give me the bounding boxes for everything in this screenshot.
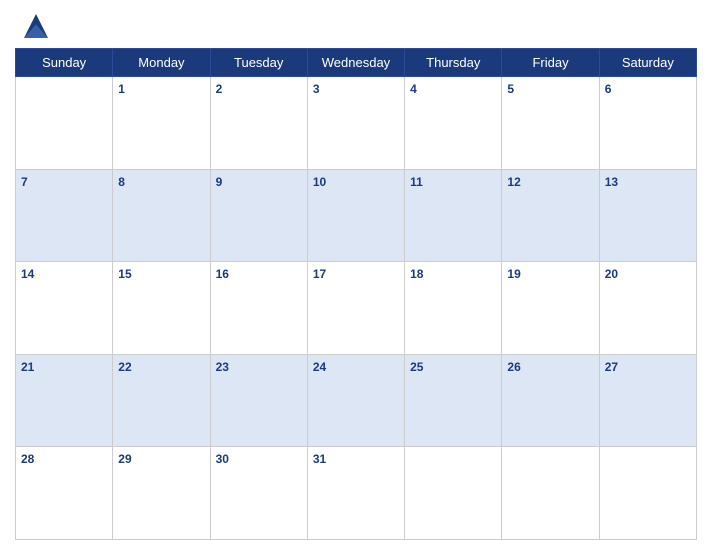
calendar-cell: 24	[307, 354, 404, 447]
calendar-cell: 13	[599, 169, 696, 262]
day-number: 2	[216, 82, 223, 96]
day-number: 6	[605, 82, 612, 96]
calendar-week-1: 1 2 3 4 5 6	[16, 77, 697, 170]
day-number: 14	[21, 267, 34, 281]
calendar-table: SundayMondayTuesdayWednesdayThursdayFrid…	[15, 48, 697, 540]
calendar-cell: 19	[502, 262, 599, 355]
day-number: 7	[21, 175, 28, 189]
weekday-header-wednesday: Wednesday	[307, 49, 404, 77]
day-number: 16	[216, 267, 229, 281]
calendar-cell: 29	[113, 447, 210, 540]
day-number: 11	[410, 175, 423, 189]
day-number: 24	[313, 360, 326, 374]
calendar-cell: 15	[113, 262, 210, 355]
calendar-cell: 21	[16, 354, 113, 447]
page-header	[15, 10, 697, 42]
day-number: 15	[118, 267, 131, 281]
calendar-cell: 14	[16, 262, 113, 355]
weekday-header-thursday: Thursday	[405, 49, 502, 77]
day-number: 22	[118, 360, 131, 374]
calendar-cell: 12	[502, 169, 599, 262]
day-number: 3	[313, 82, 320, 96]
calendar-week-2: 7 8 9 10 11 12 13	[16, 169, 697, 262]
weekday-header-friday: Friday	[502, 49, 599, 77]
calendar-cell: 27	[599, 354, 696, 447]
calendar-cell	[599, 447, 696, 540]
day-number: 31	[313, 452, 326, 466]
day-number: 27	[605, 360, 618, 374]
day-number: 30	[216, 452, 229, 466]
calendar-week-3: 14 15 16 17 18 19 20	[16, 262, 697, 355]
calendar-cell	[502, 447, 599, 540]
weekday-header-row: SundayMondayTuesdayWednesdayThursdayFrid…	[16, 49, 697, 77]
weekday-header-saturday: Saturday	[599, 49, 696, 77]
day-number: 4	[410, 82, 417, 96]
day-number: 21	[21, 360, 34, 374]
day-number: 20	[605, 267, 618, 281]
weekday-header-monday: Monday	[113, 49, 210, 77]
calendar-cell: 5	[502, 77, 599, 170]
day-number: 5	[507, 82, 514, 96]
calendar-cell: 26	[502, 354, 599, 447]
calendar-cell: 28	[16, 447, 113, 540]
calendar-cell: 25	[405, 354, 502, 447]
calendar-cell: 4	[405, 77, 502, 170]
day-number: 13	[605, 175, 618, 189]
day-number: 17	[313, 267, 326, 281]
calendar-cell: 23	[210, 354, 307, 447]
day-number: 9	[216, 175, 223, 189]
calendar-cell: 1	[113, 77, 210, 170]
calendar-cell: 7	[16, 169, 113, 262]
logo	[20, 10, 56, 42]
calendar-cell: 31	[307, 447, 404, 540]
calendar-cell: 16	[210, 262, 307, 355]
calendar-cell: 30	[210, 447, 307, 540]
calendar-cell: 20	[599, 262, 696, 355]
weekday-header-sunday: Sunday	[16, 49, 113, 77]
calendar-cell: 8	[113, 169, 210, 262]
weekday-header-tuesday: Tuesday	[210, 49, 307, 77]
day-number: 25	[410, 360, 423, 374]
day-number: 18	[410, 267, 423, 281]
calendar-cell: 2	[210, 77, 307, 170]
day-number: 8	[118, 175, 125, 189]
calendar-week-5: 28 29 30 31	[16, 447, 697, 540]
day-number: 10	[313, 175, 326, 189]
day-number: 1	[118, 82, 125, 96]
calendar-cell: 18	[405, 262, 502, 355]
day-number: 29	[118, 452, 131, 466]
calendar-cell: 22	[113, 354, 210, 447]
logo-icon	[20, 10, 52, 42]
day-number: 23	[216, 360, 229, 374]
day-number: 26	[507, 360, 520, 374]
calendar-week-4: 21 22 23 24 25 26 27	[16, 354, 697, 447]
calendar-cell: 17	[307, 262, 404, 355]
calendar-cell: 10	[307, 169, 404, 262]
day-number: 19	[507, 267, 520, 281]
calendar-cell	[405, 447, 502, 540]
calendar-cell: 6	[599, 77, 696, 170]
day-number: 28	[21, 452, 34, 466]
calendar-cell: 11	[405, 169, 502, 262]
day-number: 12	[507, 175, 520, 189]
calendar-cell	[16, 77, 113, 170]
calendar-cell: 3	[307, 77, 404, 170]
calendar-cell: 9	[210, 169, 307, 262]
